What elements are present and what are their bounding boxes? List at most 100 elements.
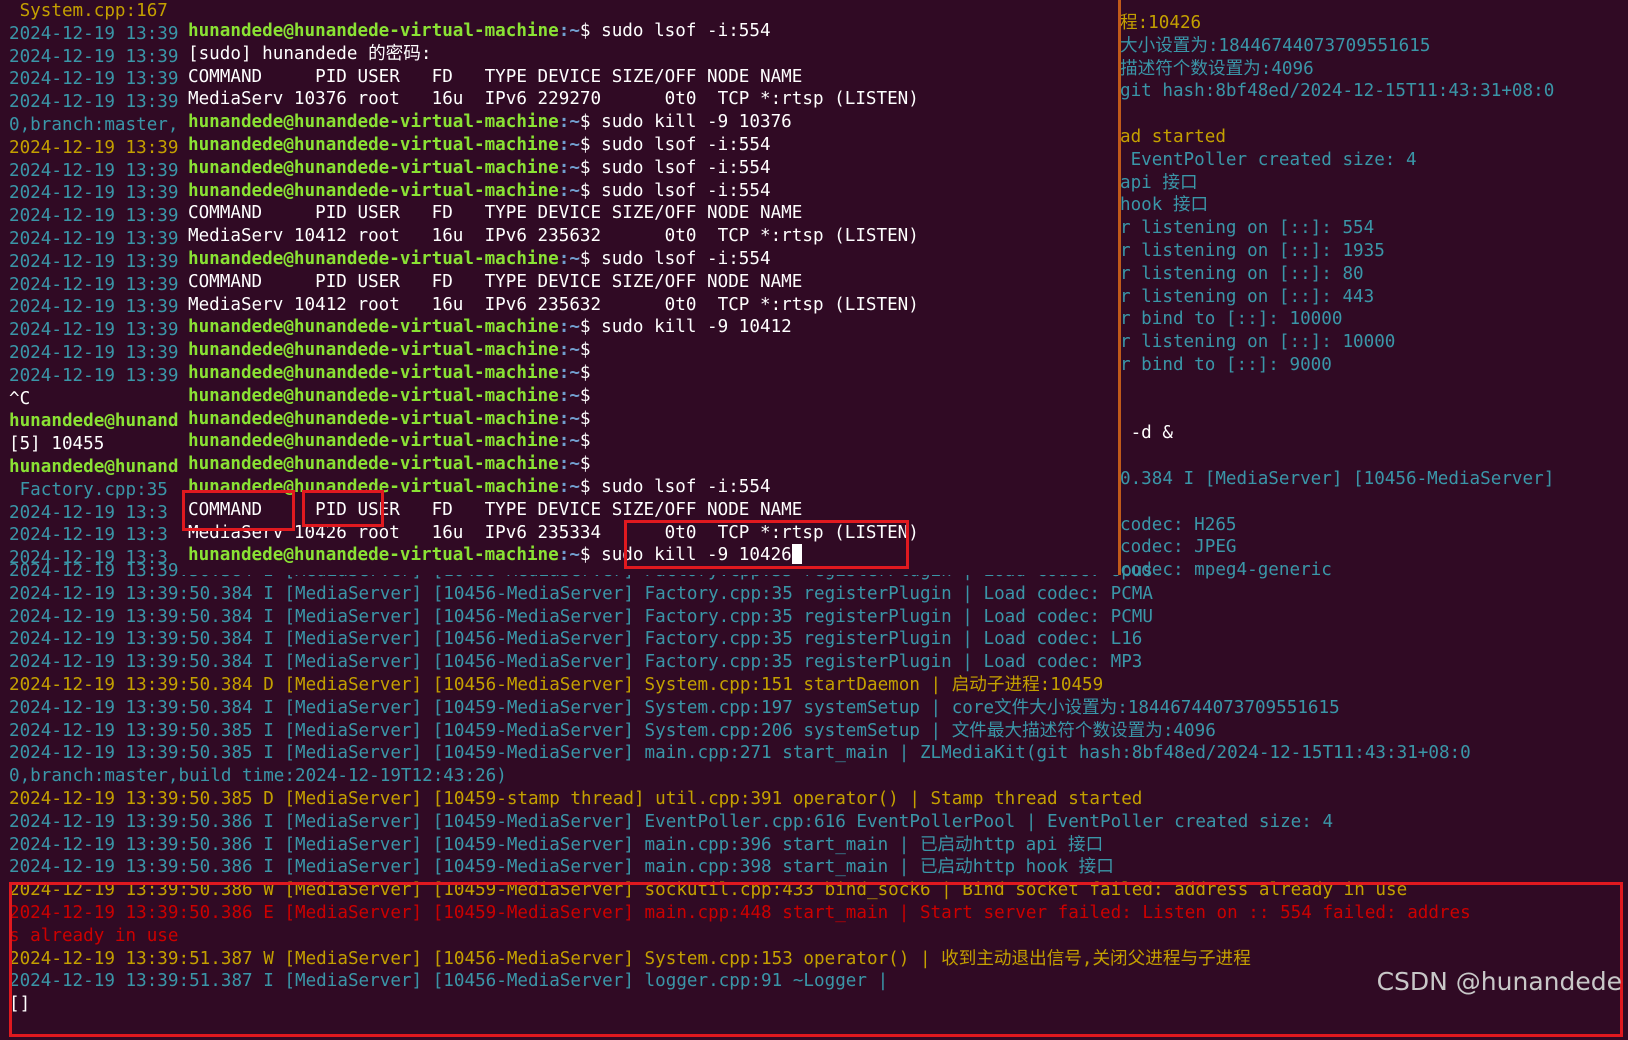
background-log-line: 程:10426: [1120, 13, 1202, 33]
background-log-line: 2024-12-19 13:39: [9, 69, 179, 90]
background-log-line: -d &: [1120, 423, 1173, 444]
prompt-path: :~: [558, 317, 580, 338]
prompt-path: :~: [558, 545, 580, 566]
background-log-line: 2024-12-19 13:39: [9, 46, 179, 67]
shell-prompt-line: hunandede@hunandede-virtual-machine:~$: [188, 453, 591, 475]
prompt-user-host: hunandede@hunandede-virtual-machine: [188, 431, 559, 452]
background-log-line: 2024-12-19 13:39: [9, 92, 179, 113]
highlight-box-kill-command: [624, 520, 909, 569]
shell-prompt-line: hunandede@hunandede-virtual-machine:~$ s…: [188, 134, 771, 156]
background-log-line: 大小设置为:18446744073709551615: [1120, 35, 1431, 56]
background-log-line: 2024-12-19 13:39: [9, 365, 179, 386]
background-log-line: 2024-12-19 13:39:50.384 I [MediaServer] …: [9, 697, 1340, 718]
typed-command: sudo kill -9 10412: [590, 317, 792, 338]
prompt-path: :~: [558, 135, 580, 155]
shell-prompt-line: hunandede@hunandede-virtual-machine:~$ s…: [188, 248, 771, 270]
command-output-line: MediaServ 10412 root 16u IPv6 235632 0t0…: [188, 294, 919, 315]
prompt-symbol: $: [579, 363, 591, 383]
typed-command: sudo lsof -i:554: [590, 180, 771, 201]
background-log-line: [5] 10455: [9, 434, 105, 455]
prompt-symbol: $: [579, 340, 591, 361]
background-log-line: ^C: [9, 388, 31, 409]
prompt-user-host: hunandede@hunandede-virtual-machine: [188, 454, 559, 475]
prompt-user-host: hunandede@hunandede-virtual-machine: [188, 317, 559, 338]
prompt-symbol: $: [579, 317, 591, 338]
prompt-path: :~: [558, 363, 580, 383]
background-log-line: 2024-12-19 13:39:50.384 I [MediaServer] …: [9, 652, 1143, 673]
background-log-line: 2024-12-19 13:39: [9, 297, 179, 318]
prompt-path: :~: [558, 157, 580, 178]
highlight-box-error-log: [9, 882, 1623, 1037]
typed-command: sudo lsof -i:554: [590, 21, 771, 41]
prompt-path: :~: [558, 340, 580, 361]
background-log-line: 0.384 I [MediaServer] [10456-MediaServer…: [1120, 469, 1555, 489]
background-log-line: 2024-12-19 13:39:50.386 I [MediaServer] …: [9, 834, 1104, 855]
background-log-line: 2024-12-19 13:39: [9, 343, 179, 363]
background-log-line: 2024-12-19 13:39: [9, 320, 179, 341]
prompt-path: :~: [558, 431, 580, 452]
prompt-symbol: $: [579, 112, 591, 133]
typed-command: sudo lsof -i:554: [590, 249, 771, 269]
background-log-line: r bind to [::]: 9000: [1120, 355, 1332, 375]
command-output-line: COMMAND PID USER FD TYPE DEVICE SIZE/OFF…: [188, 66, 803, 87]
background-log-line: EventPoller created size: 4: [1120, 149, 1417, 170]
shell-prompt-line: hunandede@hunandede-virtual-machine:~$ s…: [188, 316, 792, 338]
prompt-symbol: $: [579, 454, 591, 475]
prompt-user-host: hunandede@hunandede-virtual-machine: [188, 249, 559, 269]
background-log-line: api 接口: [1120, 172, 1198, 193]
background-log-line: 2024-12-19 13:39:50.385 D [MediaServer] …: [9, 789, 1143, 809]
prompt-user-host: hunandede@hunandede-virtual-machine: [188, 340, 559, 361]
prompt-symbol: $: [579, 180, 591, 201]
shell-prompt-line: hunandede@hunandede-virtual-machine:~$: [188, 430, 591, 452]
prompt-path: :~: [558, 385, 580, 406]
background-log-line: 2024-12-19 13:39:50.384 I [MediaServer] …: [9, 583, 1153, 604]
background-log-line: 2024-12-19 13:39: [9, 251, 179, 272]
background-log-line: hook 接口: [1120, 195, 1209, 216]
background-log-line: 2024-12-19 13:3: [9, 502, 168, 523]
background-log-line: 2024-12-19 13:39:50.385 I [MediaServer] …: [9, 743, 1471, 764]
background-log-line: 2024-12-19 13:39: [9, 206, 179, 227]
background-log-line: 0,branch:master,: [9, 115, 179, 135]
prompt-symbol: $: [579, 431, 591, 452]
prompt-user-host: hunandede@hunandede-virtual-machine: [188, 385, 559, 406]
typed-command: sudo lsof -i:554: [590, 157, 771, 178]
prompt-symbol: $: [579, 477, 591, 497]
prompt-path: :~: [558, 180, 580, 201]
prompt-symbol: $: [579, 135, 591, 155]
command-output-line: MediaServ 10412 root 16u IPv6 235632 0t0…: [188, 226, 919, 247]
prompt-path: :~: [558, 408, 580, 429]
prompt-symbol: $: [579, 21, 591, 41]
prompt-path: :~: [558, 454, 580, 475]
background-log-line: System.cpp:167: [9, 1, 168, 21]
command-output-line: MediaServ 10376 root 16u IPv6 229270 0t0…: [188, 89, 919, 110]
prompt-user-host: hunandede@hunandede-virtual-machine: [188, 545, 559, 566]
background-log-line: git hash:8bf48ed/2024-12-15T11:43:31+08:…: [1120, 81, 1555, 102]
typed-command: sudo lsof -i:554: [590, 477, 771, 497]
prompt-symbol: $: [579, 545, 591, 566]
shell-prompt-line: hunandede@hunandede-virtual-machine:~$: [188, 362, 591, 384]
prompt-user-host: hunandede@hunandede-virtual-machine: [188, 408, 559, 429]
highlight-box-pid: [302, 490, 384, 527]
prompt-path: :~: [558, 112, 580, 133]
shell-prompt-line: hunandede@hunandede-virtual-machine:~$: [188, 408, 591, 430]
prompt-user-host: hunandede@hunandede-virtual-machine: [188, 21, 559, 41]
background-log-line: codec: H265: [1120, 514, 1237, 535]
csdn-watermark: CSDN @hunandede: [1376, 967, 1622, 996]
background-log-line: codec: JPEG: [1120, 537, 1237, 558]
prompt-symbol: $: [579, 249, 591, 269]
prompt-symbol: $: [579, 385, 591, 406]
highlight-box-command-name: [182, 490, 295, 531]
foreground-terminal[interactable]: hunandede@hunandede-virtual-machine:~$ s…: [180, 0, 1121, 575]
prompt-user-host: hunandede@hunandede-virtual-machine: [188, 157, 559, 178]
shell-prompt-line: hunandede@hunandede-virtual-machine:~$ s…: [188, 157, 771, 179]
background-log-line: 2024-12-19 13:39:50.385 I [MediaServer] …: [9, 720, 1216, 741]
background-log-line: hunandede@hunand: [9, 457, 179, 477]
background-log-line: 2024-12-19 13:39: [9, 23, 179, 44]
shell-prompt-line: hunandede@hunandede-virtual-machine:~$: [188, 385, 591, 407]
prompt-symbol: $: [579, 157, 591, 178]
background-log-line: 2024-12-19 13:39: [9, 160, 179, 181]
background-log-line: r listening on [::]: 1935: [1120, 241, 1385, 261]
background-log-line: ad started: [1120, 127, 1226, 147]
background-log-line: r listening on [::]: 80: [1120, 263, 1364, 284]
shell-prompt-line: hunandede@hunandede-virtual-machine:~$ s…: [188, 111, 792, 133]
